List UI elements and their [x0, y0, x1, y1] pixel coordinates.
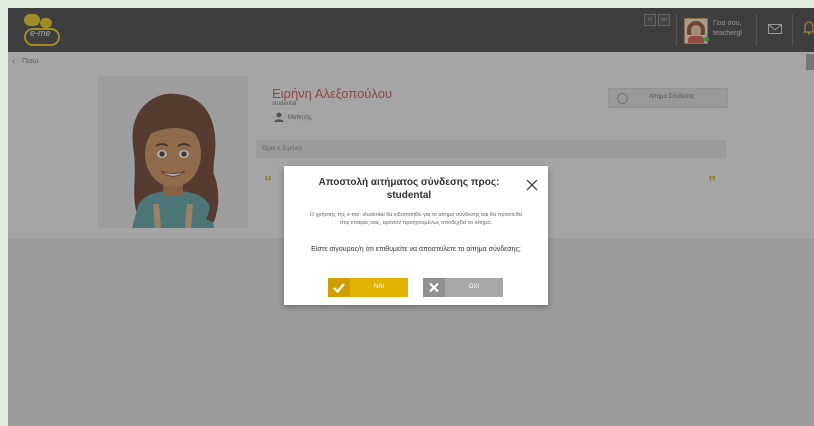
yes-icon-box	[328, 278, 350, 297]
yes-button[interactable]: ΝΑΙ	[328, 278, 408, 297]
check-icon	[333, 283, 345, 294]
app-window: e-me el en Γεια σου, teachergl ‹ Πίσω Ει…	[8, 8, 814, 426]
connection-request-dialog: Αποστολή αιτήματος σύνδεσης προς: studen…	[284, 166, 548, 305]
yes-label: ΝΑΙ	[373, 284, 384, 290]
no-button[interactable]: ΟΧΙ	[423, 278, 503, 297]
dialog-body: Ο χρήστης της e-me: studental θα ειδοποι…	[309, 212, 523, 226]
no-label: ΟΧΙ	[468, 284, 480, 290]
close-icon[interactable]	[524, 177, 540, 193]
no-icon-box	[423, 278, 445, 297]
dialog-question: Είστε σίγουρος/η ότι επιθυμείτε να αποστ…	[311, 246, 521, 253]
x-icon	[429, 282, 439, 293]
dialog-title: Αποστολή αιτήματος σύνδεσης προς: studen…	[318, 177, 500, 201]
